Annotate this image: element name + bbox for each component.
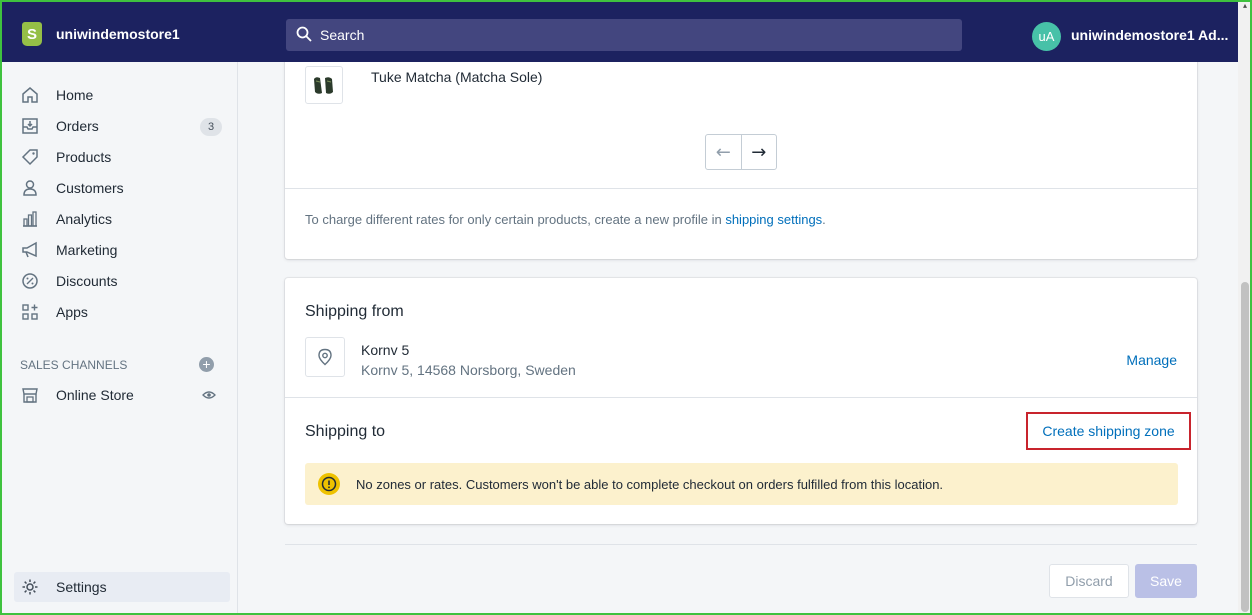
orders-count-badge: 3	[200, 118, 222, 136]
sidebar-item-products[interactable]: Products	[14, 142, 230, 172]
divider	[285, 397, 1197, 398]
discard-button[interactable]: Discard	[1049, 564, 1129, 598]
shipping-to-title: Shipping to	[305, 423, 386, 440]
location-pin-icon	[305, 337, 345, 377]
sidebar-item-label: Home	[56, 87, 94, 103]
top-bar: S uniwindemostore1 uA uniwindemostore1 A…	[0, 0, 1252, 62]
sidebar-item-marketing[interactable]: Marketing	[14, 235, 230, 265]
search-bar[interactable]	[286, 19, 962, 51]
location-address: Kornv 5, 14568 Norsborg, Sweden	[361, 362, 576, 378]
note-end: .	[822, 212, 826, 227]
apps-icon	[20, 302, 40, 322]
previous-page-button[interactable]: ←	[706, 135, 742, 169]
shipping-locations-card: Shipping from Kornv 5 Kornv 5, 14568 Nor…	[285, 278, 1197, 524]
warning-icon	[318, 473, 340, 495]
sidebar-item-orders[interactable]: Orders 3	[14, 111, 230, 141]
person-icon	[20, 178, 40, 198]
location-name: Kornv 5	[361, 342, 410, 358]
store-name[interactable]: uniwindemostore1	[56, 26, 180, 42]
sidebar-item-settings[interactable]: Settings	[14, 572, 230, 602]
sidebar-item-discounts[interactable]: Discounts	[14, 266, 230, 296]
sidebar-item-label: Orders	[56, 118, 99, 134]
product-thumbnail	[305, 66, 343, 104]
sidebar-item-label: Discounts	[56, 273, 118, 289]
shopify-logo-icon[interactable]: S	[22, 22, 42, 46]
shipping-settings-link[interactable]: shipping settings	[725, 212, 822, 227]
sidebar-item-customers[interactable]: Customers	[14, 173, 230, 203]
account-name[interactable]: uniwindemostore1 Ad...	[1071, 27, 1228, 43]
scrollbar-thumb[interactable]	[1241, 282, 1249, 612]
sidebar-item-label: Apps	[56, 304, 88, 320]
shipping-profile-note: To charge different rates for only certa…	[305, 212, 826, 227]
store-icon	[20, 385, 40, 405]
search-icon	[296, 26, 312, 45]
discount-icon	[20, 271, 40, 291]
sidebar-item-online-store[interactable]: Online Store	[14, 380, 230, 410]
save-button[interactable]: Save	[1135, 564, 1197, 598]
home-icon	[20, 85, 40, 105]
megaphone-icon	[20, 240, 40, 260]
warning-banner: No zones or rates. Customers won't be ab…	[305, 463, 1178, 505]
pagination: ← →	[705, 134, 777, 170]
warning-message: No zones or rates. Customers won't be ab…	[356, 476, 944, 492]
sidebar-item-label: Settings	[56, 579, 107, 595]
orders-icon	[20, 116, 40, 136]
products-card: Tuke Matcha (Matcha Sole) ← → To charge …	[285, 62, 1197, 259]
tag-icon	[20, 147, 40, 167]
sidebar-item-label: Analytics	[56, 211, 113, 227]
gear-icon	[20, 577, 40, 597]
divider	[285, 188, 1197, 189]
create-shipping-zone-link[interactable]: Create shipping zone	[1026, 412, 1191, 450]
sidebar-item-label: Marketing	[56, 242, 118, 258]
note-text: To charge different rates for only certa…	[305, 212, 726, 227]
sidebar-item-analytics[interactable]: Analytics	[14, 204, 230, 234]
divider	[285, 544, 1197, 545]
sidebar: Home Orders 3 Products Customers Analyti…	[0, 62, 238, 615]
sidebar-item-home[interactable]: Home	[14, 80, 230, 110]
manage-location-link[interactable]: Manage	[1126, 352, 1177, 368]
sidebar-item-label: Customers	[56, 180, 124, 196]
scroll-up-arrow-icon[interactable]: ▴	[1241, 2, 1249, 10]
sales-channels-heading: SALES CHANNELS	[20, 358, 128, 372]
next-page-button[interactable]: →	[742, 135, 777, 169]
main-content: Tuke Matcha (Matcha Sole) ← → To charge …	[238, 62, 1238, 615]
bar-chart-icon	[20, 209, 40, 229]
sidebar-item-label: Online Store	[56, 387, 134, 403]
add-channel-icon[interactable]: +	[199, 357, 214, 372]
eye-icon[interactable]	[202, 388, 216, 405]
sidebar-item-apps[interactable]: Apps	[14, 297, 230, 327]
product-name: Tuke Matcha (Matcha Sole)	[371, 69, 543, 85]
search-input[interactable]	[320, 27, 920, 43]
shipping-from-title: Shipping from	[305, 303, 404, 320]
avatar[interactable]: uA	[1032, 22, 1061, 51]
sidebar-item-label: Products	[56, 149, 112, 165]
